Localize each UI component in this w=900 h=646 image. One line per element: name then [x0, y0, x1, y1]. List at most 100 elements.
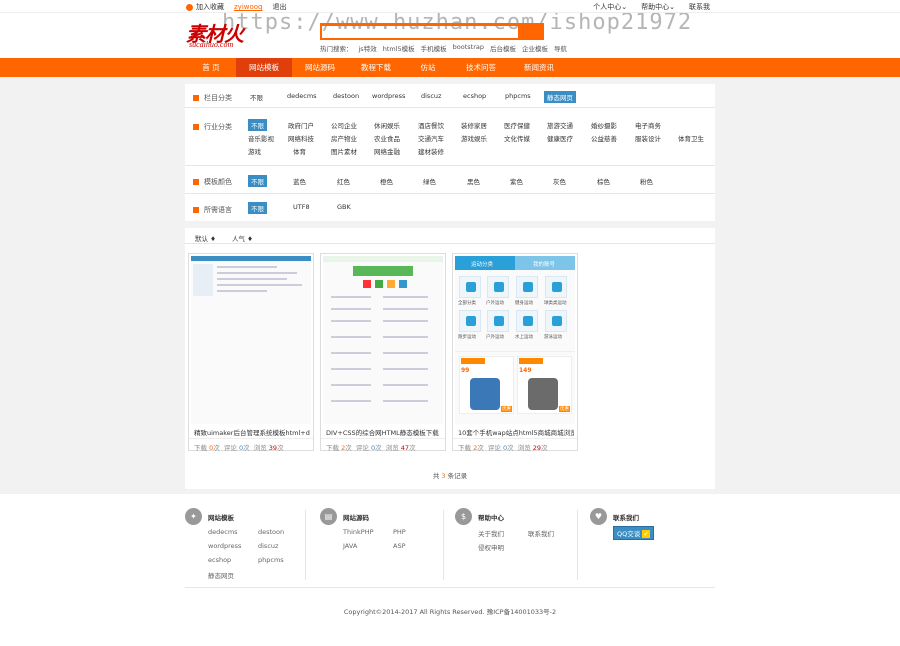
filter-option[interactable]: 粉色: [640, 176, 653, 186]
logout-link[interactable]: 退出: [273, 2, 287, 12]
user-center-menu[interactable]: 个人中心⌄: [593, 2, 627, 12]
footer-link[interactable]: JAVA: [343, 542, 357, 550]
hot-word[interactable]: js特效: [359, 43, 377, 53]
nav-news[interactable]: 新闻资讯: [510, 58, 568, 77]
filter-option[interactable]: 橙色: [380, 176, 393, 186]
filter-option[interactable]: 蓝色: [293, 176, 306, 186]
hot-word[interactable]: 企业模板: [522, 43, 548, 53]
filter-option[interactable]: 音乐影视: [248, 133, 274, 143]
footer-link[interactable]: 联系我们: [528, 528, 554, 538]
search-button[interactable]: [518, 23, 544, 40]
filter-option[interactable]: 政府门户: [288, 120, 314, 130]
template-card[interactable]: 精致uimaker后台管理系统模板html+div+... 下载 0次 评论 0…: [188, 253, 314, 452]
filter-option[interactable]: 公益慈善: [591, 133, 617, 143]
filter-option[interactable]: 游戏: [248, 146, 261, 156]
nav-tutorials[interactable]: 教程下载: [348, 58, 404, 77]
nav-qa[interactable]: 技术问答: [452, 58, 510, 77]
hot-word[interactable]: 手机模板: [421, 43, 447, 53]
filter-option[interactable]: 电子商务: [635, 120, 661, 130]
footer-link[interactable]: ASP: [393, 542, 406, 550]
filter-option[interactable]: 农业食品: [374, 133, 400, 143]
template-card[interactable]: 运动分类 我的账号 全部分类 户外运动 健身运动 球类类运动 跑步运动 户外运动…: [452, 253, 578, 452]
filter-row-column: 栏目分类 不限 dedecms destoon wordpress discuz…: [185, 84, 715, 108]
filter-option[interactable]: 医疗保健: [504, 120, 530, 130]
tab-popular[interactable]: 人气 ♦: [232, 233, 253, 243]
footer-link[interactable]: 侵权申明: [478, 542, 504, 552]
filter-option[interactable]: 紫色: [510, 176, 523, 186]
template-thumbnail[interactable]: [323, 256, 443, 424]
filter-option[interactable]: 网络金融: [374, 146, 400, 156]
nav-home[interactable]: 首 页: [186, 58, 236, 77]
nav-source[interactable]: 网站源码: [292, 58, 348, 77]
filter-option[interactable]: discuz: [421, 92, 441, 100]
mock-line: [331, 368, 371, 370]
filter-option[interactable]: 休闲娱乐: [374, 120, 400, 130]
filter-option[interactable]: 黑色: [467, 176, 480, 186]
filter-option[interactable]: 婚纱摄影: [591, 120, 617, 130]
template-thumbnail[interactable]: [191, 256, 311, 424]
filter-option[interactable]: 绿色: [423, 176, 436, 186]
filter-option[interactable]: 旅游交通: [547, 120, 573, 130]
template-title[interactable]: 10套个手机wap站点html5商城商城浏览器...: [458, 427, 574, 437]
filter-option-selected[interactable]: 静态网页: [544, 91, 576, 103]
footer-link[interactable]: ThinkPHP: [343, 528, 374, 536]
filter-option-selected[interactable]: 不限: [248, 202, 267, 214]
filter-option[interactable]: 酒店餐饮: [418, 120, 444, 130]
footer-link[interactable]: dedecms: [208, 528, 238, 536]
filter-option[interactable]: ecshop: [463, 92, 486, 100]
filter-option[interactable]: 建材装修: [418, 146, 444, 156]
hiker-icon: [494, 316, 504, 326]
filter-option[interactable]: 服装设计: [635, 133, 661, 143]
filter-option[interactable]: 图片素材: [331, 146, 357, 156]
filter-option[interactable]: 公司企业: [331, 120, 357, 130]
filter-option[interactable]: phpcms: [505, 92, 531, 100]
filter-option[interactable]: 体育卫生: [678, 133, 704, 143]
filter-option[interactable]: 游戏娱乐: [461, 133, 487, 143]
help-center-menu[interactable]: 帮助中心⌄: [641, 2, 675, 12]
template-thumbnail[interactable]: 运动分类 我的账号 全部分类 户外运动 健身运动 球类类运动 跑步运动 户外运动…: [455, 256, 575, 424]
filter-option-selected[interactable]: 不限: [248, 175, 267, 187]
filter-option[interactable]: wordpress: [372, 92, 405, 100]
filter-option[interactable]: 灰色: [553, 176, 566, 186]
footer-link[interactable]: wordpress: [208, 542, 241, 550]
footer-link[interactable]: destoon: [258, 528, 284, 536]
footer-link[interactable]: discuz: [258, 542, 278, 550]
filter-option[interactable]: 红色: [337, 176, 350, 186]
filter-option[interactable]: 交通汽车: [418, 133, 444, 143]
printer-icon: ▤: [320, 508, 337, 525]
hot-word[interactable]: html5模板: [383, 43, 415, 53]
template-title[interactable]: 精致uimaker后台管理系统模板html+div+...: [194, 427, 310, 437]
filter-option[interactable]: 文化传媒: [504, 133, 530, 143]
tab-default[interactable]: 默认 ♦: [195, 233, 216, 243]
username-link[interactable]: zyiwooq: [234, 3, 263, 11]
filter-option[interactable]: 健康医疗: [547, 133, 573, 143]
nav-clone[interactable]: 仿站: [404, 58, 452, 77]
footer-link[interactable]: 关于我们: [478, 528, 504, 538]
filter-option[interactable]: 不限: [250, 92, 263, 102]
footer-link[interactable]: 静态网页: [208, 570, 234, 580]
site-logo[interactable]: 素材火 sucaihuo.com: [186, 18, 276, 50]
footer-link[interactable]: ecshop: [208, 556, 231, 564]
search-box[interactable]: [320, 23, 544, 40]
contact-link[interactable]: 联系我: [689, 2, 710, 12]
hot-word[interactable]: bootstrap: [453, 43, 484, 53]
footer-link[interactable]: PHP: [393, 528, 406, 536]
hot-word[interactable]: 导航: [554, 43, 567, 53]
filter-option[interactable]: 网络科技: [288, 133, 314, 143]
filter-option[interactable]: dedecms: [287, 92, 317, 100]
nav-templates[interactable]: 网站模板: [236, 58, 292, 77]
add-favorite-link[interactable]: 加入收藏: [186, 2, 224, 12]
filter-option[interactable]: destoon: [333, 92, 359, 100]
template-title[interactable]: DIV+CSS的综合网HTML静态模板下载: [326, 427, 442, 437]
hot-word[interactable]: 后台模板: [490, 43, 516, 53]
qq-chat-button[interactable]: QQ交谈 ✓: [613, 526, 654, 540]
filter-option[interactable]: UTF8: [293, 203, 310, 211]
filter-option[interactable]: GBK: [337, 203, 351, 211]
template-card[interactable]: DIV+CSS的综合网HTML静态模板下载 下载 2次 评论 0次 浏览 47次: [320, 253, 446, 452]
filter-option[interactable]: 装修家居: [461, 120, 487, 130]
filter-option-selected[interactable]: 不限: [248, 119, 267, 131]
filter-option[interactable]: 房产物业: [331, 133, 357, 143]
filter-option[interactable]: 体育: [293, 146, 306, 156]
filter-option[interactable]: 棕色: [597, 176, 610, 186]
footer-link[interactable]: phpcms: [258, 556, 284, 564]
